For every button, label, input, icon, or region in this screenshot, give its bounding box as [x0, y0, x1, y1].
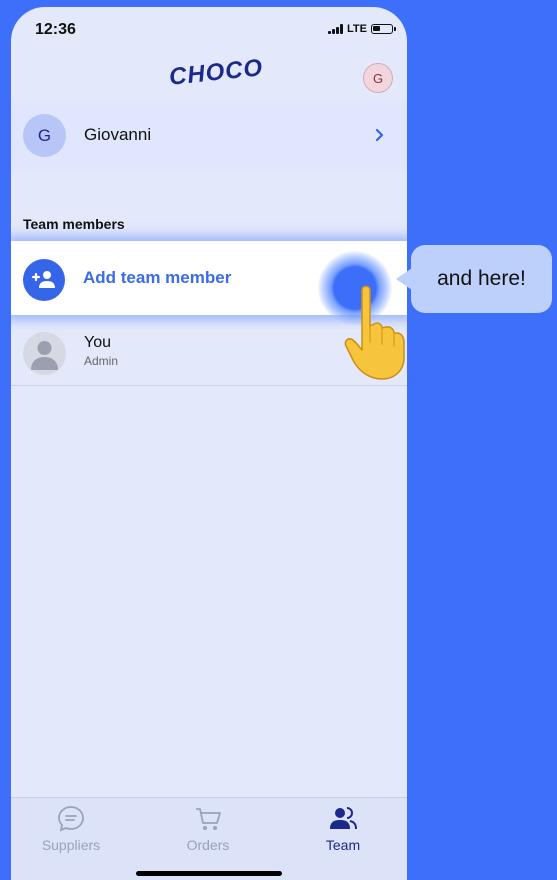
member-role: Admin: [84, 354, 119, 368]
network-label: LTE: [347, 23, 367, 35]
app-header: CHOCO G: [11, 53, 407, 101]
profile-avatar: G: [23, 114, 66, 157]
header-avatar[interactable]: G: [363, 63, 393, 93]
member-name: You: [84, 334, 111, 351]
profile-row[interactable]: G Giovanni: [11, 101, 407, 171]
signal-icon: [328, 24, 344, 34]
cart-icon: [193, 804, 223, 834]
status-bar: 12:36 LTE: [11, 7, 407, 53]
tooltip-arrow: [396, 268, 412, 290]
battery-icon: [371, 24, 396, 34]
team-icon: [328, 804, 358, 834]
tab-bar: Suppliers Orders Team: [11, 797, 407, 880]
chevron-right-icon: [367, 122, 393, 148]
profile-name: Giovanni: [84, 125, 152, 144]
tab-orders[interactable]: Orders: [148, 804, 268, 853]
member-avatar: [23, 332, 66, 375]
add-team-member-label: Add team member: [83, 268, 232, 287]
choco-logo: CHOCO: [167, 54, 265, 91]
tab-label-suppliers: Suppliers: [41, 837, 101, 853]
tab-label-team: Team: [325, 837, 361, 853]
home-indicator: [136, 871, 282, 876]
tooltip-bubble: and here!: [411, 245, 552, 313]
tab-suppliers[interactable]: Suppliers: [11, 804, 131, 853]
chat-icon: [56, 804, 86, 834]
tab-label-orders: Orders: [186, 837, 230, 853]
phone-screen: 12:36 LTE CHOCO G G Giovanni Team member…: [11, 7, 407, 880]
status-time: 12:36: [35, 21, 76, 38]
status-indicators: LTE: [328, 23, 396, 35]
pointing-hand-icon: [340, 282, 406, 382]
tab-team[interactable]: Team: [283, 804, 403, 853]
add-person-icon: [23, 259, 65, 301]
section-title-team-members: Team members: [23, 216, 125, 232]
